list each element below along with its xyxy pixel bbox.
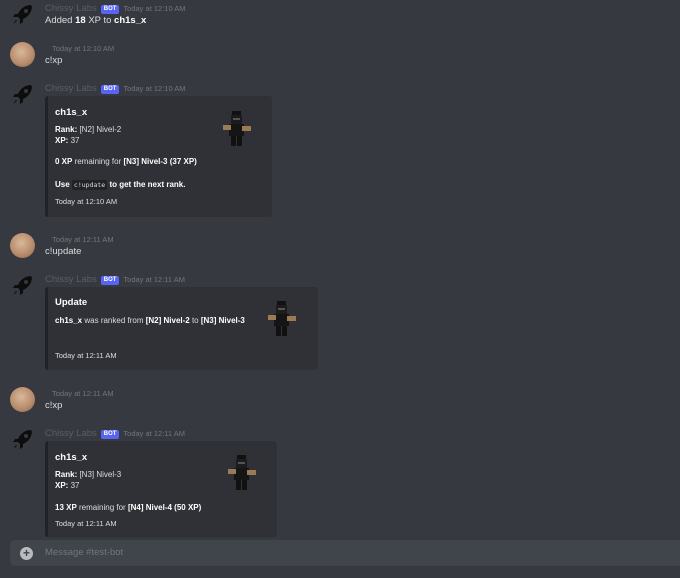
timestamp: Today at 12:11 AM — [52, 389, 114, 398]
add-attachment-icon[interactable]: + — [20, 547, 33, 560]
user-avatar[interactable] — [10, 387, 35, 412]
command-code: c!update — [71, 180, 108, 190]
embed-footer: Today at 12:11 AM — [55, 519, 117, 528]
character-thumbnail-icon[interactable] — [220, 110, 254, 148]
rocket-icon — [10, 82, 35, 107]
update-embed: Update ch1s_x was ranked from [N2] Nivel… — [45, 287, 318, 370]
author-name[interactable]: Chissy Labs — [45, 428, 97, 439]
message-content: c!xp — [45, 55, 63, 66]
author-name[interactable]: Chissy Labs — [45, 274, 97, 285]
bot-avatar[interactable] — [10, 2, 35, 27]
character-thumbnail-icon[interactable] — [265, 300, 299, 338]
message-header: Chissy Labs BOT Today at 12:11 AM — [45, 273, 185, 285]
timestamp: Today at 12:10 AM — [123, 4, 186, 13]
embed-rank: Rank: [N2] Nivel-2 — [55, 125, 122, 134]
message-content: c!update — [45, 246, 82, 257]
user-avatar[interactable] — [10, 42, 35, 67]
timestamp: Today at 12:11 AM — [123, 275, 185, 284]
bot-tag: BOT — [100, 276, 120, 285]
message-content: c!xp — [45, 400, 63, 411]
message-header: Chissy Labs BOT Today at 12:10 AM — [45, 2, 186, 14]
bot-tag: BOT — [100, 5, 120, 14]
embed-rank: Rank: [N3] Nivel-3 — [55, 470, 122, 479]
embed-remaining: 0 XP remaining for [N3] Nivel-3 (37 XP) — [55, 157, 197, 166]
message-header: Chissy Labs BOT Today at 12:10 AM — [45, 82, 186, 94]
timestamp: Today at 12:10 AM — [123, 84, 186, 93]
message-header: Chissy Labs BOT Today at 12:11 AM — [45, 427, 185, 439]
message-composer[interactable]: + Message #test-bot — [10, 540, 680, 566]
bot-tag: BOT — [100, 85, 120, 94]
embed-remaining: 13 XP remaining for [N4] Nivel-4 (50 XP) — [55, 503, 202, 512]
embed-title: ch1s_x — [55, 107, 88, 118]
bot-avatar[interactable] — [10, 427, 35, 452]
embed-xp: XP: 37 — [55, 136, 80, 145]
xp-embed: ch1s_x Rank: [N3] Nivel-3 XP: 37 13 XP r… — [45, 441, 277, 537]
character-thumbnail-icon[interactable] — [225, 454, 259, 492]
rocket-icon — [10, 2, 35, 27]
bot-avatar[interactable] — [10, 82, 35, 107]
message-header: · Today at 12:11 AM — [45, 233, 114, 245]
user-avatar[interactable] — [10, 233, 35, 258]
embed-title: ch1s_x — [55, 452, 88, 463]
timestamp: Today at 12:11 AM — [123, 429, 185, 438]
message-content: Added 18 XP to ch1s_x — [45, 15, 147, 26]
message-header: · Today at 12:11 AM — [45, 387, 114, 399]
embed-footer: Today at 12:10 AM — [55, 197, 118, 206]
embed-usage: Use c!update to get the next rank. — [55, 180, 186, 190]
xp-embed: ch1s_x Rank: [N2] Nivel-2 XP: 37 0 XP re… — [45, 96, 272, 217]
timestamp: Today at 12:10 AM — [52, 44, 115, 53]
bot-tag: BOT — [100, 430, 120, 439]
message-input[interactable]: Message #test-bot — [45, 547, 123, 558]
embed-footer: Today at 12:11 AM — [55, 351, 117, 360]
bot-avatar[interactable] — [10, 273, 35, 298]
timestamp: Today at 12:11 AM — [52, 235, 114, 244]
embed-description: ch1s_x was ranked from [N2] Nivel-2 to [… — [55, 316, 245, 325]
rocket-icon — [10, 427, 35, 452]
author-name[interactable]: Chissy Labs — [45, 3, 97, 14]
author-name[interactable]: Chissy Labs — [45, 83, 97, 94]
message-header: · Today at 12:10 AM — [45, 42, 114, 54]
embed-title: Update — [55, 297, 88, 308]
embed-xp: XP: 37 — [55, 481, 80, 490]
rocket-icon — [10, 273, 35, 298]
